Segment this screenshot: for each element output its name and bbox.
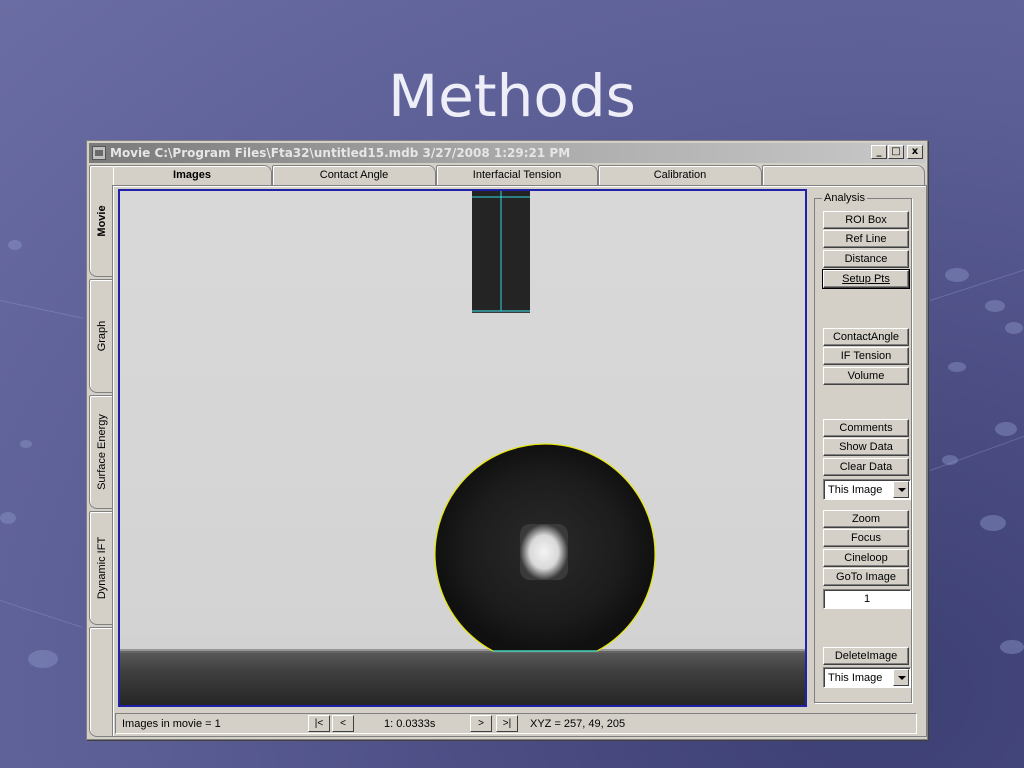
last-frame-button[interactable]: >| (496, 715, 518, 732)
analysis-label: Analysis (822, 192, 867, 204)
roi-box-button[interactable]: ROI Box (823, 211, 909, 229)
status-bar: Images in movie = 1 |< < 1: 0.0333s > >|… (115, 713, 917, 734)
ref-line-button[interactable]: Ref Line (823, 230, 909, 248)
maximize-button[interactable]: □ (888, 145, 904, 159)
setup-pts-button[interactable]: Setup Pts (822, 269, 910, 289)
decor-line (0, 600, 82, 628)
goto-image-button[interactable]: GoTo Image (823, 568, 909, 586)
setup-pts-label: Setup Pts (842, 273, 890, 285)
decor-dot (8, 240, 22, 250)
decor-line (930, 266, 1024, 301)
app-icon[interactable] (92, 146, 106, 160)
tab-calibration[interactable]: Calibration (598, 165, 762, 185)
minimize-button[interactable]: _ (871, 145, 887, 159)
clear-data-button[interactable]: Clear Data (823, 458, 909, 476)
decor-dot (985, 300, 1005, 312)
decor-dot (28, 650, 58, 668)
chevron-down-icon[interactable] (893, 481, 909, 498)
analysis-group: Analysis ROI Box Ref Line Distance Setup… (814, 192, 912, 703)
tab-images[interactable]: Images (112, 165, 272, 185)
comments-button[interactable]: Comments (823, 419, 909, 437)
close-button[interactable]: x (907, 145, 923, 159)
side-tab-label: Movie (95, 205, 108, 237)
decor-dot (20, 440, 32, 448)
movie-window: Movie C:\Program Files\Fta32\untitled15.… (86, 140, 928, 740)
decor-dot (948, 362, 966, 372)
window-controls: _ □ x (871, 145, 923, 159)
zoom-button[interactable]: Zoom (823, 510, 909, 528)
cineloop-button[interactable]: Cineloop (823, 549, 909, 567)
side-tab-surface-energy[interactable]: Surface Energy (89, 395, 113, 509)
delete-image-button[interactable]: DeleteImage (823, 647, 909, 665)
substrate (120, 651, 805, 705)
tab-contact-angle[interactable]: Contact Angle (272, 165, 436, 185)
droplet-image-view[interactable] (118, 189, 807, 707)
first-frame-button[interactable]: |< (308, 715, 330, 732)
tab-empty (762, 165, 925, 185)
decor-line (930, 432, 1024, 471)
decor-dot (945, 268, 969, 282)
scope-select-value: This Image (828, 484, 883, 496)
decor-dot (980, 515, 1006, 531)
prev-frame-button[interactable]: < (332, 715, 354, 732)
droplet-image (120, 191, 805, 705)
frame-number-input[interactable]: 1 (823, 589, 911, 609)
side-tab-label: Dynamic IFT (95, 536, 108, 600)
side-tab-label: Surface Energy (95, 414, 108, 490)
volume-button[interactable]: Volume (823, 367, 909, 385)
side-tab-empty (89, 627, 113, 737)
decor-dot (1000, 640, 1024, 654)
focus-button[interactable]: Focus (823, 529, 909, 547)
show-data-button[interactable]: Show Data (823, 438, 909, 456)
delete-scope-select[interactable]: This Image (823, 667, 911, 688)
decor-line (0, 300, 85, 319)
xyz-readout: XYZ = 257, 49, 205 (530, 718, 626, 730)
side-tab-graph[interactable]: Graph (89, 279, 113, 393)
chevron-down-icon[interactable] (893, 669, 909, 686)
window-titlebar[interactable]: Movie C:\Program Files\Fta32\untitled15.… (89, 143, 925, 163)
side-tab-dynamic-ift[interactable]: Dynamic IFT (89, 511, 113, 625)
droplet-glint (520, 524, 568, 580)
side-tab-label: Graph (95, 320, 108, 352)
if-tension-button[interactable]: IF Tension (823, 347, 909, 365)
side-tab-movie[interactable]: Movie (89, 165, 113, 277)
tab-interfacial-tension[interactable]: Interfacial Tension (436, 165, 598, 185)
images-in-movie: Images in movie = 1 (122, 718, 221, 730)
decor-dot (0, 512, 16, 524)
delete-scope-select-value: This Image (828, 672, 883, 684)
contact-angle-button[interactable]: ContactAngle (823, 328, 909, 346)
decor-dot (995, 422, 1017, 436)
top-tab-strip: Images Contact Angle Interfacial Tension… (112, 165, 925, 185)
frame-time: 1: 0.0333s (384, 718, 436, 730)
window-title: Movie C:\Program Files\Fta32\untitled15.… (110, 146, 571, 160)
next-frame-button[interactable]: > (470, 715, 492, 732)
side-tab-strip: Movie Graph Surface Energy Dynamic IFT (89, 165, 113, 737)
scope-select[interactable]: This Image (823, 479, 911, 500)
slide-title: Methods (388, 62, 636, 130)
distance-button[interactable]: Distance (823, 250, 909, 268)
decor-dot (1005, 322, 1023, 334)
